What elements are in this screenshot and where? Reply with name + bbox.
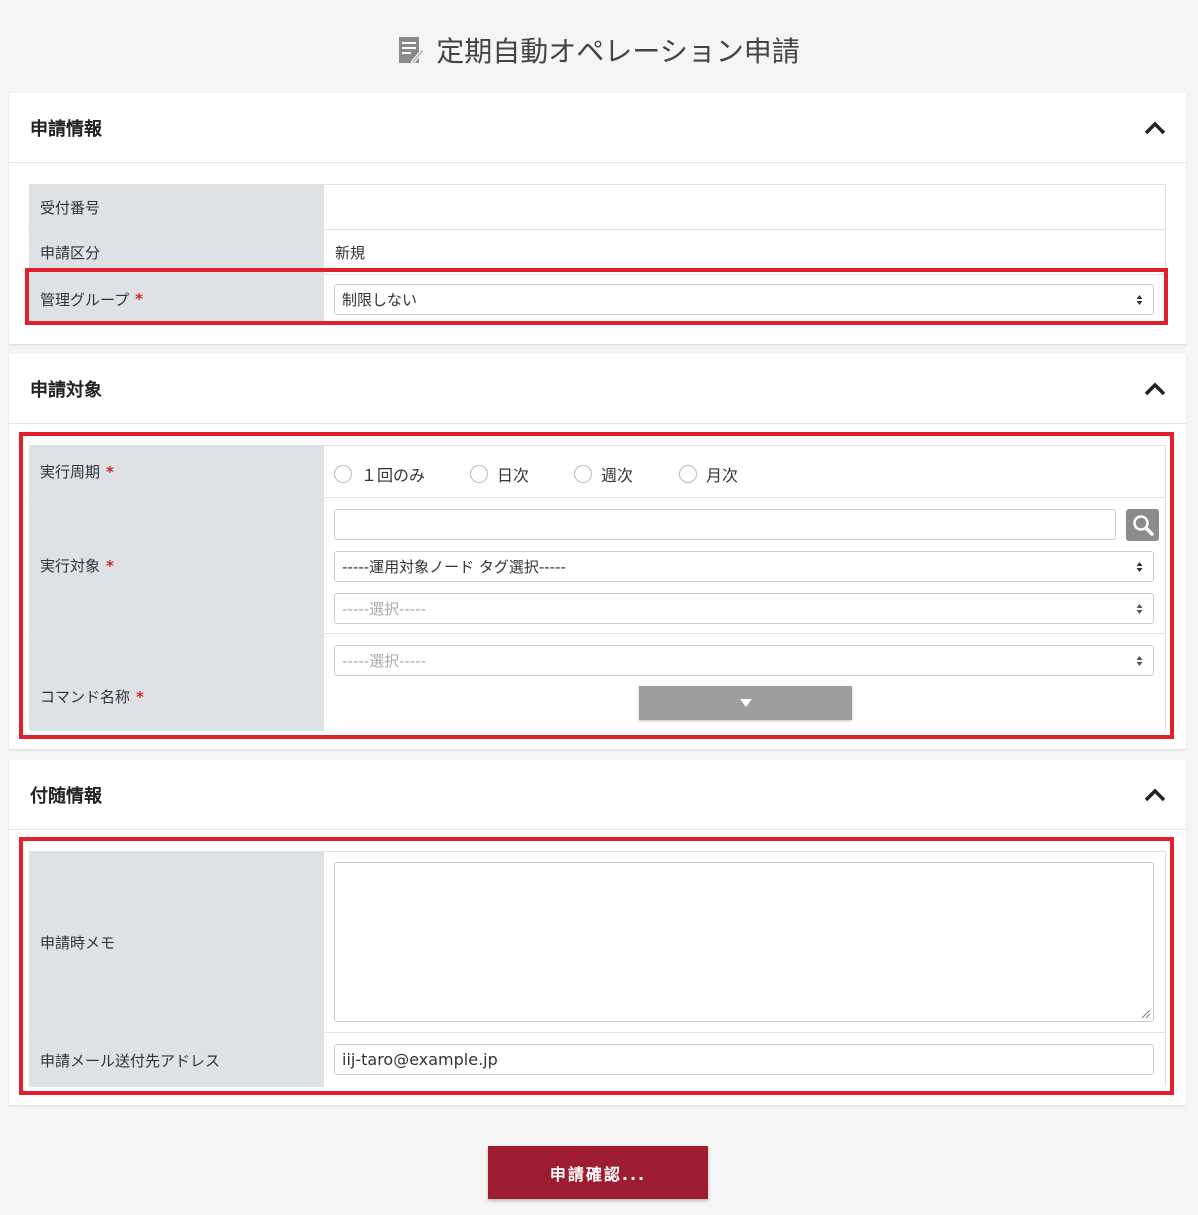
additional-info-header[interactable]: 付随情報 — [9, 760, 1186, 830]
application-target-table: 実行周期 * １回のみ 日次 週次 月次 実行対象 * -----運用対象ノード… — [29, 445, 1166, 731]
mail-address-row: 申請メール送付先アドレス iij-taro@example.jp — [30, 1033, 1165, 1087]
management-group-row: 管理グループ * 制限しない — [30, 275, 1165, 323]
page-title: 定期自動オペレーション申請 — [436, 35, 800, 68]
section-title: 申請情報 — [30, 118, 102, 140]
application-type-value: 新規 — [324, 230, 1165, 274]
radio-circle[interactable] — [470, 465, 488, 483]
radio-circle[interactable] — [679, 465, 697, 483]
execution-target-cell: -----運用対象ノード タグ選択----- -----選択----- — [324, 498, 1165, 633]
command-name-select[interactable]: -----選択----- — [334, 645, 1154, 676]
application-type-row: 申請区分 新規 — [30, 230, 1165, 275]
chevron-up-icon[interactable] — [1144, 382, 1166, 396]
execution-target-search-input[interactable] — [334, 509, 1116, 540]
management-group-label: 管理グループ * — [30, 275, 324, 323]
select-arrows-icon — [1136, 603, 1143, 614]
memo-label: 申請時メモ — [30, 852, 324, 1032]
required-mark: * — [106, 462, 114, 481]
page-header: 定期自動オペレーション申請 — [0, 28, 1198, 72]
mail-address-cell: iij-taro@example.jp — [324, 1033, 1165, 1087]
command-name-row: コマンド名称 * -----選択----- — [30, 634, 1165, 731]
search-button[interactable] — [1126, 509, 1159, 541]
expand-button[interactable] — [639, 686, 852, 720]
section-title: 申請対象 — [30, 379, 102, 401]
application-info-header[interactable]: 申請情報 — [9, 93, 1186, 163]
execution-target-row: 実行対象 * -----運用対象ノード タグ選択----- -----選択---… — [30, 498, 1165, 634]
memo-cell — [324, 852, 1165, 1032]
required-mark: * — [106, 556, 114, 575]
mail-address-input[interactable]: iij-taro@example.jp — [334, 1044, 1154, 1075]
target-select[interactable]: -----選択----- — [334, 593, 1154, 624]
management-group-cell: 制限しない — [324, 275, 1165, 323]
document-edit-icon — [399, 37, 425, 65]
triangle-down-icon — [739, 699, 752, 707]
receipt-number-row: 受付番号 — [30, 185, 1165, 230]
node-tag-select[interactable]: -----運用対象ノード タグ選択----- — [334, 551, 1154, 582]
memo-row: 申請時メモ — [30, 852, 1165, 1033]
select-arrows-icon — [1136, 655, 1143, 666]
search-icon — [1132, 515, 1154, 536]
required-mark: * — [135, 290, 143, 308]
resize-grip-icon[interactable] — [1141, 1009, 1151, 1019]
application-type-label: 申請区分 — [30, 230, 324, 274]
radio-circle[interactable] — [574, 465, 592, 483]
execution-cycle-label: 実行周期 * — [30, 446, 324, 497]
memo-textarea[interactable] — [334, 862, 1154, 1022]
radio-daily[interactable]: 日次 — [470, 462, 529, 486]
command-name-label: コマンド名称 * — [30, 634, 324, 731]
execution-target-label: 実行対象 * — [30, 498, 324, 633]
application-target-header[interactable]: 申請対象 — [9, 354, 1186, 424]
mail-address-label: 申請メール送付先アドレス — [30, 1033, 324, 1087]
radio-monthly[interactable]: 月次 — [679, 462, 738, 486]
additional-info-table: 申請時メモ 申請メール送付先アドレス iij-taro@example.jp — [29, 851, 1166, 1087]
chevron-up-icon[interactable] — [1144, 788, 1166, 802]
required-mark: * — [136, 687, 144, 706]
submit-confirm-button[interactable]: 申請確認... — [488, 1146, 708, 1199]
execution-cycle-options: １回のみ 日次 週次 月次 — [324, 446, 1165, 497]
radio-circle[interactable] — [334, 465, 352, 483]
receipt-number-label: 受付番号 — [30, 185, 324, 229]
application-target-section: 申請対象 実行周期 * １回のみ 日次 週次 月次 実行対象 * -----運用… — [9, 354, 1186, 749]
select-arrows-icon — [1136, 294, 1143, 305]
application-info-section: 申請情報 受付番号 申請区分 新規 管理グループ * 制限しない — [9, 93, 1186, 344]
application-info-table: 受付番号 申請区分 新規 管理グループ * 制限しない — [29, 184, 1166, 323]
execution-cycle-row: 実行周期 * １回のみ 日次 週次 月次 — [30, 446, 1165, 498]
radio-once[interactable]: １回のみ — [334, 462, 425, 486]
additional-info-section: 付随情報 申請時メモ 申請メール送付先アドレス iij-taro@example… — [9, 760, 1186, 1105]
chevron-up-icon[interactable] — [1144, 121, 1166, 135]
management-group-select[interactable]: 制限しない — [334, 284, 1154, 315]
receipt-number-value — [324, 185, 1165, 229]
section-title: 付随情報 — [30, 785, 102, 807]
radio-weekly[interactable]: 週次 — [574, 462, 633, 486]
command-name-cell: -----選択----- — [324, 634, 1165, 731]
select-arrows-icon — [1136, 561, 1143, 572]
